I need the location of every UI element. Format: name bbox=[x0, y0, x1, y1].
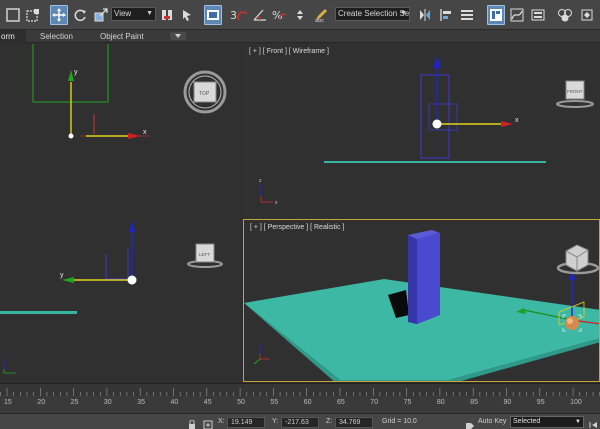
timeline-trackbar[interactable]: 15 20 25 30 35 40 45 50 55 60 65 70 75 80 85 90 95 100 bbox=[0, 383, 600, 413]
x-coord-label: X: bbox=[218, 418, 225, 425]
viewport-left[interactable]: y LEFT bbox=[0, 219, 241, 382]
select-object-icon[interactable] bbox=[4, 5, 22, 25]
rotate-icon[interactable] bbox=[71, 5, 89, 25]
viewcube-top[interactable]: TOP bbox=[0, 44, 241, 218]
main-toolbar: View ▼ 3 % abc Create Selection Se ▼ bbox=[0, 0, 600, 30]
timeline-tick-label: 65 bbox=[337, 399, 345, 406]
rectangular-region-icon[interactable] bbox=[24, 5, 42, 25]
timeline-tick-label: 35 bbox=[137, 399, 145, 406]
reference-coordinate-dropdown[interactable]: View ▼ bbox=[111, 7, 156, 21]
timeline-tick-label: 50 bbox=[237, 399, 245, 406]
timeline-tick-label: 75 bbox=[403, 399, 412, 406]
add-time-tag-icon[interactable] bbox=[465, 417, 475, 429]
lock-selection-icon[interactable] bbox=[187, 417, 197, 429]
toggle-scene-explorer-icon[interactable] bbox=[487, 5, 505, 25]
viewcube-left[interactable]: LEFT bbox=[0, 219, 241, 382]
reference-coordinate-value: View bbox=[114, 9, 132, 18]
key-filter-value: Selected bbox=[513, 418, 541, 425]
viewport-top[interactable]: x y TOP bbox=[0, 44, 241, 218]
mirror-icon[interactable] bbox=[416, 5, 434, 25]
viewport-perspective[interactable]: [ + ] [ Perspective ] [ Realistic ] bbox=[243, 219, 600, 382]
angle-snap-icon[interactable] bbox=[251, 5, 269, 25]
snaps-toggle-icon[interactable]: 3 bbox=[228, 5, 250, 25]
timeline-tick-label: 100 bbox=[570, 399, 582, 406]
timeline-tick-label: 40 bbox=[170, 399, 179, 406]
edit-named-selection-icon[interactable]: abc bbox=[312, 5, 330, 25]
viewcube-front[interactable]: FRONT bbox=[243, 44, 600, 218]
material-editor-icon[interactable] bbox=[555, 5, 575, 25]
svg-text:abc: abc bbox=[315, 18, 324, 22]
viewcube-left-label: LEFT bbox=[199, 252, 210, 257]
tab-freeform[interactable]: orm bbox=[0, 30, 26, 43]
ribbon-tabs: orm Selection Object Paint bbox=[0, 30, 600, 43]
grid-size-display: Grid = 10.0 bbox=[382, 418, 417, 425]
timeline-tick-label: 55 bbox=[270, 399, 279, 406]
z-coord-label: Z: bbox=[326, 418, 333, 425]
timeline-tick-label: 80 bbox=[436, 399, 445, 406]
percent-snap-icon[interactable]: % bbox=[270, 5, 288, 25]
key-filter-dropdown[interactable]: Selected ▼ bbox=[510, 416, 584, 428]
timeline-tick-label: 20 bbox=[37, 399, 46, 406]
timeline-tick-label: 60 bbox=[303, 399, 312, 406]
viewcube-top-label: TOP bbox=[199, 91, 210, 97]
status-bar: X: 19.149 Y: -217.63 Z: 34.769 Grid = 10… bbox=[0, 413, 600, 429]
select-manipulate-icon[interactable] bbox=[180, 5, 194, 25]
viewcube-perspective[interactable] bbox=[244, 220, 600, 382]
timeline-tick-label: 90 bbox=[503, 399, 512, 406]
named-selection-value: Create Selection Se bbox=[338, 9, 410, 18]
timeline-tick-label: 95 bbox=[536, 399, 545, 406]
curve-editor-icon[interactable] bbox=[508, 5, 526, 25]
absolute-mode-icon[interactable] bbox=[203, 417, 213, 429]
render-setup-icon[interactable] bbox=[578, 5, 596, 25]
timeline-tick-label: 70 bbox=[370, 399, 379, 406]
snaps-label: 3 bbox=[230, 9, 237, 22]
schematic-view-icon[interactable] bbox=[529, 5, 547, 25]
keyboard-shortcut-override-icon[interactable] bbox=[204, 5, 222, 25]
max-window: View ▼ 3 % abc Create Selection Se ▼ orm… bbox=[0, 0, 600, 429]
y-coord-label: Y: bbox=[272, 418, 279, 425]
viewport-front[interactable]: [ + ] [ Front ] [ Wireframe ] x x z FRON… bbox=[243, 44, 600, 218]
pivot-center-icon[interactable] bbox=[158, 5, 176, 25]
scale-icon[interactable] bbox=[92, 5, 110, 25]
ribbon-options-icon[interactable] bbox=[170, 32, 186, 40]
timeline-tick-label: 45 bbox=[203, 399, 212, 406]
layer-manager-icon[interactable] bbox=[458, 5, 476, 25]
go-to-start-icon[interactable] bbox=[588, 417, 598, 428]
viewcube-front-label: FRONT bbox=[567, 89, 583, 94]
timeline-tick-label: 30 bbox=[103, 399, 112, 406]
y-coord-field[interactable]: -217.63 bbox=[281, 417, 319, 428]
named-selection-sets-dropdown[interactable]: Create Selection Se ▼ bbox=[335, 7, 410, 21]
timeline-tick-label: 15 bbox=[4, 399, 12, 406]
spinner-snap-icon[interactable] bbox=[291, 5, 309, 25]
timeline-tick-label: 85 bbox=[470, 399, 478, 406]
move-icon[interactable] bbox=[50, 5, 68, 25]
align-icon[interactable] bbox=[437, 5, 455, 25]
auto-key-label[interactable]: Auto Key bbox=[478, 418, 506, 425]
tab-selection[interactable]: Selection bbox=[40, 30, 80, 43]
z-coord-field[interactable]: 34.769 bbox=[335, 417, 373, 428]
timeline-tick-label: 25 bbox=[70, 399, 79, 406]
x-coord-field[interactable]: 19.149 bbox=[227, 417, 265, 428]
tab-object-paint[interactable]: Object Paint bbox=[100, 30, 150, 43]
